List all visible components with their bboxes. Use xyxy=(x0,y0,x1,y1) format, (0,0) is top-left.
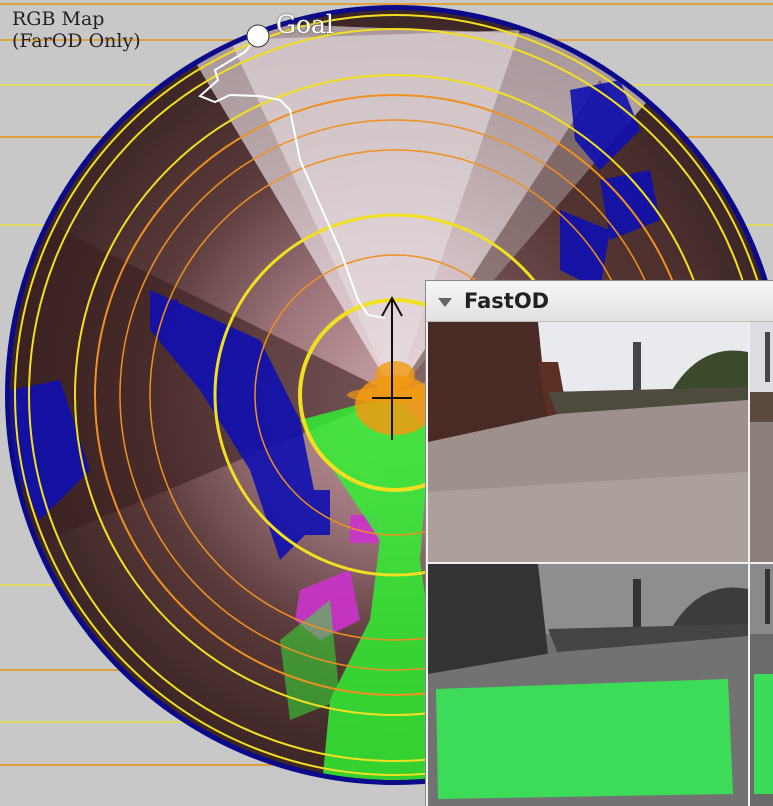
map-title-line1: RGB Map xyxy=(12,8,105,30)
camera-view-rgb xyxy=(428,322,748,562)
fastod-panel-header[interactable]: FastOD xyxy=(426,281,773,322)
camera-view-traversability-side xyxy=(750,564,773,806)
traversable-overlay xyxy=(436,679,733,799)
collapse-arrow-icon[interactable] xyxy=(438,297,452,307)
camera-view-traversability xyxy=(428,564,748,806)
camera-view-rgb-side xyxy=(750,322,773,562)
map-title: RGB Map (FarOD Only) xyxy=(12,8,141,52)
map-title-line2: (FarOD Only) xyxy=(12,30,141,52)
fastod-panel[interactable]: FastOD xyxy=(425,280,773,806)
goal-label: Goal xyxy=(276,10,334,39)
fastod-panel-title: FastOD xyxy=(464,289,550,313)
goal-marker-icon[interactable] xyxy=(246,24,270,48)
